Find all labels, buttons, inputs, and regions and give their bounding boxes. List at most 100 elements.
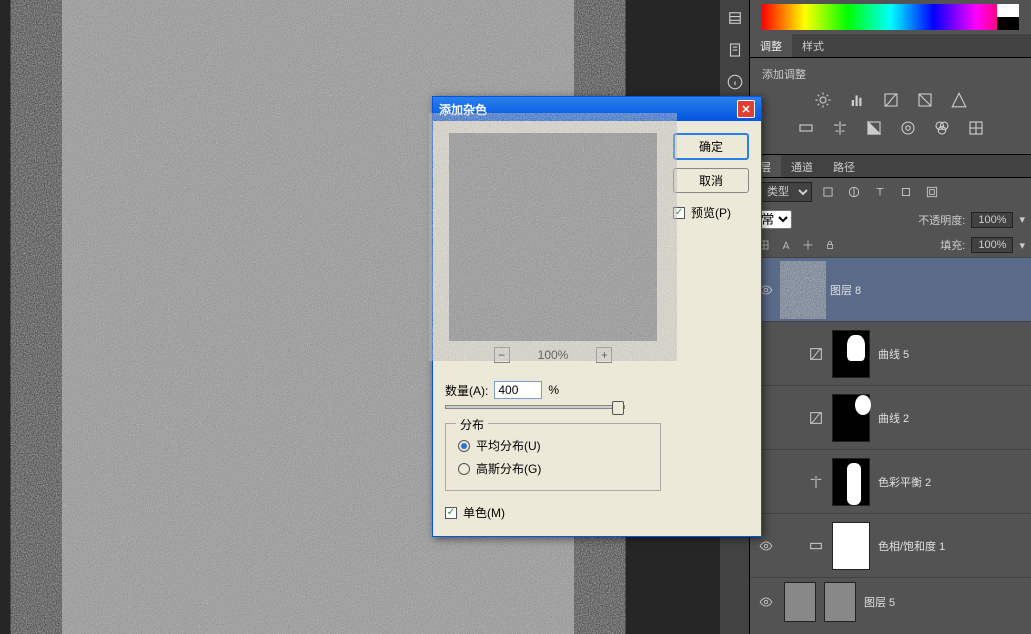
adjustments-panel: 添加调整 [750,58,1031,146]
layer-item[interactable]: 曲线 2 [750,385,1031,449]
layer-mask-thumbnail [832,394,870,442]
color-balance-adj-icon [808,474,824,490]
zoom-in-button[interactable]: + [596,347,612,363]
tab-paths[interactable]: 路径 [823,155,865,177]
brightness-icon[interactable] [813,90,833,110]
tab-channels[interactable]: 通道 [781,155,823,177]
opacity-value[interactable]: 100% [971,212,1013,228]
hue-sat-icon[interactable] [796,118,816,138]
lock-pixels-icon[interactable] [778,237,794,253]
noise-preview[interactable] [449,133,657,341]
filter-shape-icon[interactable] [896,182,916,202]
channel-mixer-icon[interactable] [932,118,952,138]
amount-slider-thumb[interactable] [612,401,624,415]
layer-mask-thumbnail [832,330,870,378]
radio-icon [458,463,470,475]
history-icon[interactable] [721,4,749,32]
link-icon[interactable] [784,410,800,426]
blend-opacity-row: 常 不透明度: 100% ▾ [750,206,1031,233]
levels-icon[interactable] [847,90,867,110]
filter-adjustment-icon[interactable] [844,182,864,202]
monochrome-checkbox[interactable]: 单色(M) [445,501,661,524]
amount-slider[interactable] [445,405,625,409]
amount-input[interactable] [494,381,542,399]
lock-all-icon[interactable] [822,237,838,253]
amount-label: 数量(A): [445,382,488,399]
info-icon[interactable] [721,68,749,96]
fill-value[interactable]: 100% [971,237,1013,253]
layer-filter-type[interactable]: 类型 [756,182,812,202]
dialog-title: 添加杂色 [439,101,487,118]
visibility-icon[interactable] [756,536,776,556]
lookup-icon[interactable] [966,118,986,138]
tab-styles[interactable]: 样式 [792,34,834,57]
layer-item[interactable]: 色彩平衡 2 [750,449,1031,513]
layer-thumbnail [784,582,816,622]
zoom-value: 100% [538,348,569,362]
layer-name[interactable]: 曲线 5 [878,346,909,362]
layer-item[interactable]: 图层 8 [750,257,1031,321]
distribution-group: 分布 平均分布(U) 高斯分布(G) [445,423,661,491]
link-icon[interactable] [784,346,800,362]
uniform-label: 平均分布(U) [476,437,541,454]
filter-text-icon[interactable] [870,182,890,202]
opacity-dropdown-icon[interactable]: ▾ [1019,213,1025,226]
lock-fill-row: 填充: 100% ▾ [750,233,1031,257]
checkbox-icon [673,207,685,219]
link-icon[interactable] [784,474,800,490]
opacity-label: 不透明度: [918,212,965,228]
bw-icon[interactable] [864,118,884,138]
vibrance-icon[interactable] [949,90,969,110]
close-icon[interactable]: ✕ [737,100,755,118]
curves-adj-icon [808,410,824,426]
visibility-icon[interactable] [756,592,776,612]
gaussian-label: 高斯分布(G) [476,460,541,477]
layer-item[interactable]: 图层 5 [750,577,1031,626]
filter-smart-icon[interactable] [922,182,942,202]
monochrome-label: 单色(M) [463,504,505,521]
fill-label: 填充: [940,237,965,253]
photo-filter-icon[interactable] [898,118,918,138]
layer-name[interactable]: 图层 5 [864,594,895,610]
amount-suffix: % [548,383,559,397]
color-spectrum[interactable] [762,4,1019,30]
cancel-button[interactable]: 取消 [673,168,749,193]
color-balance-icon[interactable] [830,118,850,138]
exposure-icon[interactable] [915,90,935,110]
layer-mask-thumbnail [832,458,870,506]
layer-name[interactable]: 曲线 2 [878,410,909,426]
layer-thumbnail [784,266,822,314]
preview-checkbox[interactable]: 预览(P) [673,201,749,224]
tab-adjustments[interactable]: 调整 [750,34,792,57]
adjustments-tabs: 调整 样式 [750,34,1031,58]
layer-item[interactable]: 曲线 5 [750,321,1031,385]
layer-mask-thumbnail [832,522,870,570]
fill-dropdown-icon[interactable]: ▾ [1019,239,1025,252]
link-icon[interactable] [784,538,800,554]
filter-pixel-icon[interactable] [818,182,838,202]
layers-list: 图层 8 曲线 5 曲线 2 色彩平衡 2 [750,257,1031,626]
layer-item[interactable]: 色相/饱和度 1 [750,513,1031,577]
gaussian-radio[interactable]: 高斯分布(G) [458,457,648,480]
layer-name[interactable]: 色相/饱和度 1 [878,538,945,554]
hue-sat-adj-icon [808,538,824,554]
dialog-titlebar[interactable]: 添加杂色 ✕ [433,97,761,121]
ok-button[interactable]: 确定 [673,133,749,160]
add-noise-dialog: 添加杂色 ✕ − 100% + 数量(A): % 分布 平均分布( [432,96,762,537]
layer-name[interactable]: 图层 8 [830,282,861,298]
layers-panel: 类型 常 不透明度: 100% ▾ 填充: 100% ▾ 图 [750,178,1031,626]
radio-icon [458,440,470,452]
curves-icon[interactable] [881,90,901,110]
checkbox-icon [445,507,457,519]
add-adjustment-label: 添加调整 [762,66,1019,82]
uniform-radio[interactable]: 平均分布(U) [458,434,648,457]
right-panels: 调整 样式 添加调整 层 通道 路径 类型 [750,0,1031,634]
zoom-out-button[interactable]: − [494,347,510,363]
actions-icon[interactable] [721,36,749,64]
layers-tabs: 层 通道 路径 [750,154,1031,178]
curves-adj-icon [808,346,824,362]
distribution-legend: 分布 [456,416,488,433]
layer-name[interactable]: 色彩平衡 2 [878,474,931,490]
lock-position-icon[interactable] [800,237,816,253]
layers-filter-row: 类型 [750,178,1031,206]
